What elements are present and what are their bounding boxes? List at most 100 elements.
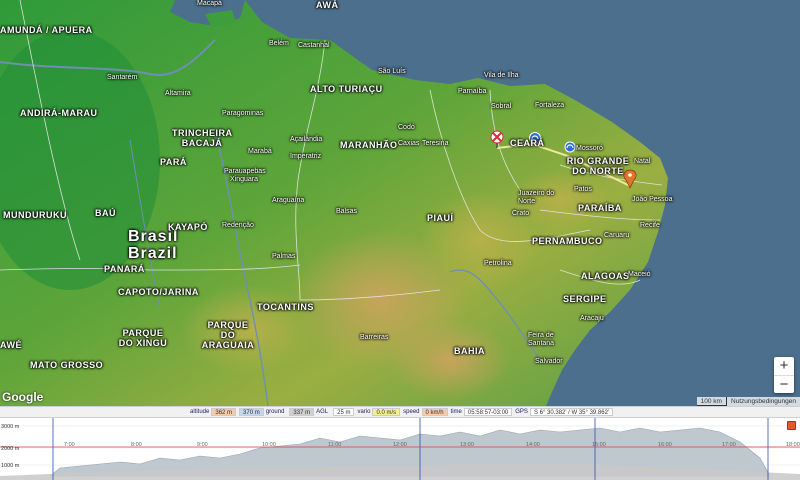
agl2-field: 25 m <box>333 408 355 416</box>
map-footer: 100 km Nutzungsbedingungen <box>696 397 800 406</box>
city-label: Barreiras <box>360 334 389 341</box>
x-tick-label: 16:00 <box>658 442 672 448</box>
map-label: TRINCHEIRA BACAJÁ <box>172 128 233 148</box>
speed-label: speed <box>403 409 420 415</box>
altitude-profile <box>0 418 800 480</box>
speed-value: 0 km/h <box>421 408 448 416</box>
x-tick-label: 14:00 <box>526 442 540 448</box>
map-label: AWÁ <box>316 0 339 10</box>
map-label: ALAGOAS <box>581 271 630 281</box>
city-label: João Pessoa <box>632 196 673 203</box>
x-tick-label: 18:00 <box>786 442 800 448</box>
time-label: time <box>450 409 462 415</box>
agl-field: 337 m AGL <box>289 408 330 416</box>
city-label: Paragominas <box>222 110 264 117</box>
ground-label: ground <box>265 409 285 415</box>
x-tick-label: 15:00 <box>592 442 606 448</box>
city-label: Natal <box>634 158 651 165</box>
map-label: MUNDURUKU <box>3 210 67 220</box>
gps-label: GPS <box>515 409 528 415</box>
graph-settings-icon[interactable] <box>787 421 796 430</box>
x-tick-label: 13:00 <box>460 442 474 448</box>
city-label: Altamira <box>165 90 191 97</box>
city-label: Caruaru <box>604 232 630 239</box>
terms-link[interactable]: Nutzungsbedingungen <box>727 397 800 406</box>
google-logo: Google <box>2 390 44 404</box>
time-value: 05:58:57-03:00 <box>463 408 513 416</box>
x-tick-label: 9:00 <box>197 442 208 448</box>
city-label: Maceió <box>628 271 651 278</box>
map-label: PERNAMBUCO <box>532 236 603 246</box>
city-label: Vila de Ilha <box>484 72 519 79</box>
city-label: Parnaíba <box>458 88 487 95</box>
city-label: Codó <box>398 124 415 131</box>
map-label: CEARÁ <box>510 138 545 148</box>
city-label: Redenção <box>222 222 254 229</box>
city-label: Feira de Santana <box>528 332 555 347</box>
scale-bar: 100 km <box>696 397 727 406</box>
city-label: Castanhal <box>298 42 330 49</box>
city-label: Juazeiro do Norte <box>518 190 555 205</box>
map-label: RIO GRANDE DO NORTE <box>566 156 630 176</box>
map-label: PIAUÍ <box>427 213 454 223</box>
time-field: time 05:58:57-03:00 <box>451 408 513 416</box>
x-tick-label: 12:00 <box>393 442 407 448</box>
flight-info-bar: altitude 362 m 370 m ground 337 m AGL 25… <box>0 406 800 418</box>
city-label: Araguaína <box>272 197 305 204</box>
map-label: SERGIPE <box>563 294 607 304</box>
city-label: Aracaju <box>580 315 604 322</box>
map-label: AMUNDÁ / APUERA <box>0 25 93 35</box>
city-label: Sobral <box>491 103 512 110</box>
altitude-graph[interactable]: 3000 m 2000 m 1000 m 7:00 8:00 9:00 10:0… <box>0 418 800 480</box>
city-label: Imperatriz <box>290 153 322 160</box>
zoom-in-button[interactable]: + <box>774 357 794 375</box>
zoom-control: + − <box>774 357 794 393</box>
agl-label: AGL <box>316 409 329 415</box>
map-label: PARQUE DO XINGU <box>118 328 168 348</box>
city-label: Santarém <box>107 74 138 81</box>
map-label: MATO GROSSO <box>30 360 104 370</box>
city-label: Xinguara <box>230 176 259 183</box>
x-tick-label: 7:00 <box>64 442 75 448</box>
city-label: São Luís <box>378 68 406 75</box>
map-label: AWÉ <box>0 340 23 350</box>
y-tick-label: 3000 m <box>1 424 20 430</box>
city-label: Patos <box>574 186 592 193</box>
map-label: BAHIA <box>454 346 485 356</box>
city-label: Açailândia <box>290 136 323 143</box>
x-tick-label: 11:00 <box>328 442 342 448</box>
gps-field: GPS S 6° 30.382' / W 35° 39.862' <box>515 408 614 416</box>
map-label: PARAÍBA <box>578 203 622 213</box>
country-label: Brasil Brazil <box>128 228 179 262</box>
vario-value: 0.0 m/s <box>372 408 401 416</box>
city-label: Salvador <box>535 358 563 365</box>
terrain-map[interactable]: Brasil Brazil AMUNDÁ / APUERA ANDIRÁ-MAR… <box>0 0 800 406</box>
city-label: Belém <box>269 40 289 47</box>
city-label: Palmas <box>272 253 296 260</box>
map-label: PANARÁ <box>104 264 145 274</box>
map-label: CAPOTO/JARINA <box>118 287 199 297</box>
city-label: Caxias <box>398 140 420 147</box>
city-label: Macapá <box>197 0 222 7</box>
agl-value: 337 m <box>289 408 315 416</box>
city-label: Mossoró <box>576 145 603 152</box>
altitude-value: 362 m <box>211 408 237 416</box>
city-label: Teresina <box>422 140 449 147</box>
gps-value: S 6° 30.382' / W 35° 39.862' <box>529 408 614 416</box>
ground-field: 370 m ground <box>239 408 286 416</box>
map-label: ALTO TURIAÇU <box>310 84 383 94</box>
x-tick-label: 10:00 <box>262 442 276 448</box>
map-label: PARÁ <box>160 157 187 167</box>
map-label: TOCANTINS <box>257 302 314 312</box>
map-label: BAÚ <box>95 208 116 218</box>
city-label: Recife <box>640 222 660 229</box>
city-label: Parauapebas <box>224 168 266 175</box>
altitude-field: altitude 362 m <box>190 408 237 416</box>
map-label: PARQUE DO ARAGUAIA <box>201 320 255 350</box>
flight-viewer: Brasil Brazil AMUNDÁ / APUERA ANDIRÁ-MAR… <box>0 0 800 480</box>
map-label: KAYAPÓ <box>168 222 208 232</box>
city-label: Marabá <box>248 148 272 155</box>
zoom-out-button[interactable]: − <box>774 375 794 393</box>
city-label: Petrolina <box>484 260 512 267</box>
y-tick-label: 2000 m <box>1 446 20 452</box>
